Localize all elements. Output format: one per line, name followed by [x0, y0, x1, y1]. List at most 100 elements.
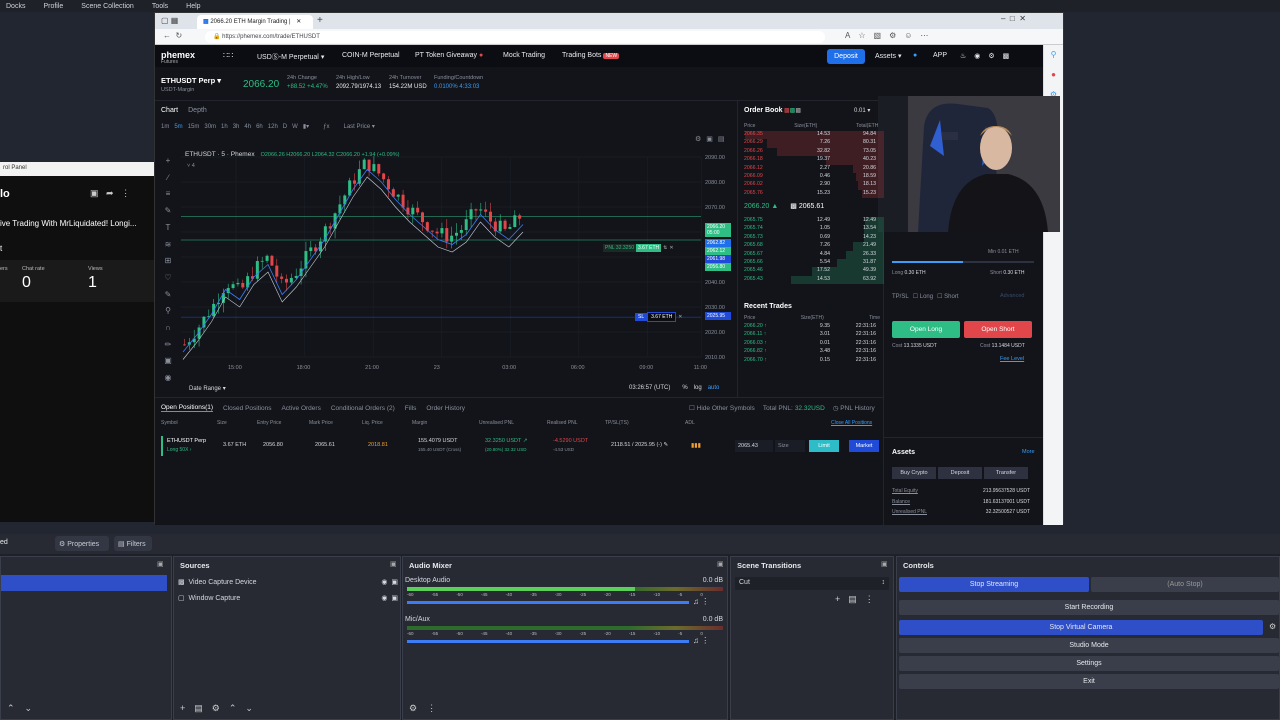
interval-12h[interactable]: 12h — [268, 124, 278, 130]
price-type-select[interactable]: Last Price ▾ — [343, 123, 374, 130]
nav-usdm[interactable]: USDⓈ-M Perpetual ▾ — [257, 52, 324, 62]
menu-scene-collection[interactable]: Scene Collection — [81, 3, 134, 10]
scene-item-selected[interactable] — [1, 575, 167, 591]
symbol-selector[interactable]: ETHUSDT Perp ▾ — [161, 76, 221, 85]
orderbook-view-icons[interactable]: ▩▩▩ — [784, 107, 801, 114]
settings-icon[interactable]: ⚙ — [695, 136, 706, 143]
log-toggle[interactable]: log — [694, 385, 702, 391]
move-up-icon[interactable]: ⌃ — [7, 703, 25, 713]
transfer-button[interactable]: Transfer — [984, 467, 1028, 479]
sl-order-tag[interactable]: SL 3.67 ETH ✕ — [635, 312, 682, 322]
tab-conditional-orders[interactable]: Conditional Orders (2) — [331, 405, 395, 412]
speaker-icon[interactable]: ♫ — [693, 636, 699, 645]
start-recording-button[interactable]: Start Recording — [899, 600, 1279, 615]
more-link[interactable]: More — [1022, 449, 1035, 455]
trash-icon[interactable]: ▤ — [848, 594, 865, 604]
properties-button[interactable]: ⚙ Properties — [55, 536, 109, 551]
orderbook-row[interactable]: 2066.18 19.37 40.23 — [738, 156, 884, 165]
auto-stop-button[interactable]: (Auto Stop) — [1091, 577, 1279, 592]
pnl-order-tag[interactable]: PNL 32.3250 3.67 ETH ⇅ ✕ — [603, 244, 674, 252]
virtual-camera-settings-icon[interactable]: ⚙ — [1269, 622, 1276, 631]
tab-actions-icon[interactable]: ▢ ▦ — [161, 16, 178, 25]
percent-toggle[interactable]: % — [682, 385, 687, 391]
close-all-link[interactable]: Close All Positions — [831, 420, 872, 426]
advanced-link[interactable]: Advanced — [1000, 293, 1024, 299]
lock-icon[interactable]: ▣ — [391, 594, 398, 602]
drag-icon[interactable]: ⇅ — [663, 245, 667, 251]
settings-button[interactable]: Settings — [899, 656, 1279, 671]
undock-icon[interactable]: ▣ — [881, 560, 888, 568]
close-icon[interactable]: ✕ — [678, 314, 682, 320]
tab-chart[interactable]: Chart — [161, 107, 178, 114]
orderbook-row[interactable]: 2066.02 2.90 18.13 — [738, 181, 884, 190]
pos-tpsl[interactable]: 2118.51 / 2025.95 (-) ✎ — [611, 442, 668, 448]
orderbook-row[interactable]: 2066.35 14.53 94.84 — [738, 131, 884, 140]
volume-slider[interactable] — [407, 601, 689, 604]
text-icon[interactable]: T — [161, 220, 175, 237]
close-price-input[interactable]: 2065.43 — [735, 440, 773, 452]
interval-w[interactable]: W — [292, 124, 298, 130]
close-size-input[interactable]: Size — [775, 440, 805, 452]
interval-1m[interactable]: 1m — [161, 124, 169, 130]
speaker-icon[interactable]: ♫ — [693, 597, 699, 606]
studio-mode-button[interactable]: Studio Mode — [899, 638, 1279, 653]
user-icon[interactable]: ● — [913, 52, 917, 59]
heart-icon[interactable]: ♡ — [161, 270, 175, 287]
search-icon[interactable]: ⚲ — [1044, 45, 1063, 65]
interval-1h[interactable]: 1h — [221, 124, 228, 130]
tab-open-positions[interactable]: Open Positions(1) — [161, 404, 214, 412]
nav-bots[interactable]: Trading Bots NEW — [562, 52, 620, 59]
source-item[interactable]: ▩ Video Capture Device ◉ ▣ — [178, 578, 398, 587]
apps-grid-icon[interactable]: ∷∷ — [223, 51, 233, 60]
interval-5m[interactable]: 5m — [174, 124, 182, 130]
share-icon[interactable]: ↗ — [523, 438, 528, 444]
nav-mock[interactable]: Mock Trading — [503, 52, 545, 59]
magnet-icon[interactable]: ∩ — [161, 320, 175, 337]
price-chart[interactable]: 2010.002020.002030.002040.002050.002060.… — [181, 149, 737, 371]
precision-select[interactable]: 0.01 ▾ — [854, 107, 870, 114]
menu-help[interactable]: Help — [186, 3, 200, 10]
pnl-history-link[interactable]: ◷ PNL History — [833, 404, 875, 412]
pencil-lock-icon[interactable]: ✏ — [161, 337, 175, 354]
volume-slider[interactable] — [407, 640, 689, 643]
maximize-icon[interactable]: □ — [1010, 14, 1015, 23]
fee-level-link[interactable]: Fee Level — [1000, 356, 1024, 362]
refresh-icon[interactable]: ↻ — [175, 31, 182, 40]
zoom-icon[interactable]: ⚲ — [161, 303, 175, 320]
orderbook-row[interactable]: 2066.12 2.27 20.86 — [738, 164, 884, 173]
brush-icon[interactable]: ✎ — [161, 203, 175, 220]
crosshair-icon[interactable]: + — [161, 153, 175, 170]
orderbook-row[interactable]: 2065.76 15.23 15.23 — [738, 189, 884, 199]
trendline-icon[interactable]: ∕ — [161, 170, 175, 187]
close-icon[interactable]: ✕ — [669, 245, 673, 251]
favorite-icon[interactable]: ☆ — [858, 31, 873, 40]
fullscreen-icon[interactable]: ▣ — [706, 136, 718, 143]
open-long-button[interactable]: Open Long — [892, 321, 960, 338]
gear-icon[interactable]: ⚙ — [212, 703, 229, 713]
hide-other-checkbox[interactable]: ☐ Hide Other Symbols — [689, 404, 755, 412]
menu-tools[interactable]: Tools — [152, 3, 168, 10]
nav-giveaway[interactable]: PT Token Giveaway ● — [415, 52, 483, 59]
transition-select[interactable]: Cut ↕ — [735, 577, 889, 590]
more-icon[interactable]: ⋮ — [865, 594, 882, 604]
qty-slider[interactable] — [892, 261, 1034, 263]
visibility-icon[interactable]: ◉ — [381, 594, 387, 602]
tab-active-orders[interactable]: Active Orders — [281, 405, 320, 412]
ruler-icon[interactable]: ✎ — [161, 287, 175, 304]
new-tab-icon[interactable]: + — [317, 15, 323, 26]
interval-4h[interactable]: 4h — [244, 124, 251, 130]
lock-icon[interactable]: ▣ — [391, 578, 398, 586]
market-close-button[interactable]: Market — [849, 440, 879, 452]
menu-profile[interactable]: Profile — [43, 3, 63, 10]
browser-tab[interactable]: ▩ 2066.20 ETH Margin Trading | ✕ — [197, 15, 313, 29]
settings-icon[interactable]: ⚙ — [988, 53, 1002, 60]
tab-order-history[interactable]: Order History — [426, 405, 465, 412]
share-icon[interactable]: ➦ — [106, 188, 114, 198]
limit-close-button[interactable]: Limit — [809, 440, 839, 452]
orderbook-row[interactable]: 2066.26 32.82 73.05 — [738, 147, 884, 157]
nav-app[interactable]: APP — [933, 52, 947, 59]
indicators-icon[interactable]: ƒx — [323, 124, 329, 130]
orderbook-row[interactable]: 2065.67 4.84 26.33 — [738, 250, 884, 259]
tab-closed-positions[interactable]: Closed Positions — [223, 405, 271, 412]
extensions-icon[interactable]: ⚙ — [889, 31, 904, 40]
